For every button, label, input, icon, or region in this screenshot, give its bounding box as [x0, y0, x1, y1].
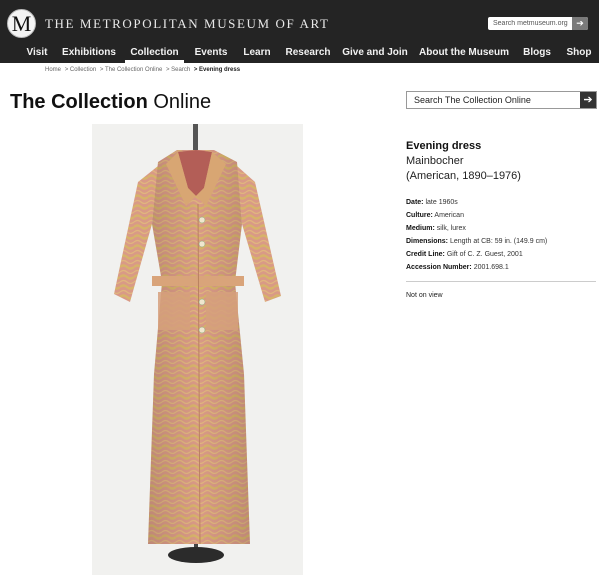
fact-dimensions: Dimensions: Length at CB: 59 in. (149.9 … [406, 235, 596, 248]
fact-value: Gift of C. Z. Guest, 2001 [446, 251, 523, 258]
nav-item-collection[interactable]: Collection [125, 43, 184, 63]
site-search-input[interactable] [488, 17, 572, 30]
nav-item-blogs[interactable]: Blogs [519, 43, 555, 63]
object-image-evening-dress[interactable] [92, 124, 303, 575]
logo-letter: M [11, 11, 32, 36]
breadcrumb-collection[interactable]: > Collection [65, 67, 97, 73]
page-title-bold: The Collection [10, 91, 148, 113]
fact-culture: Culture: American [406, 209, 596, 222]
details-divider [406, 281, 596, 282]
object-details: Evening dress Mainbocher (American, 1890… [406, 140, 596, 299]
breadcrumb-current: > Evening dress [193, 67, 241, 73]
fact-credit-line: Credit Line: Gift of C. Z. Guest, 2001 [406, 248, 596, 261]
fact-value: late 1960s [425, 199, 458, 206]
object-title: Evening dress [406, 140, 482, 152]
fact-value: American [434, 212, 464, 219]
object-facts: Date: late 1960s Culture: American Mediu… [406, 196, 596, 274]
main-nav: Visit Exhibitions Collection Events Lear… [0, 43, 599, 63]
nav-item-visit[interactable]: Visit [20, 43, 54, 63]
museum-name[interactable]: THE METROPOLITAN MUSEUM OF ART [45, 16, 330, 32]
site-search-go-arrow-icon[interactable]: ➔ [572, 17, 588, 30]
on-view-status: Not on view [406, 292, 443, 299]
fact-accession-number: Accession Number: 2001.698.1 [406, 261, 596, 274]
nav-item-shop[interactable]: Shop [563, 43, 595, 63]
nav-item-about[interactable]: About the Museum [418, 43, 510, 63]
fact-value: 2001.698.1 [473, 264, 509, 271]
nav-item-exhibitions[interactable]: Exhibitions [61, 43, 117, 63]
breadcrumb-collection-online[interactable]: > The Collection Online [100, 67, 162, 73]
site-header: M THE METROPOLITAN MUSEUM OF ART ➔ Visit… [0, 0, 599, 63]
page-title-light: Online [153, 91, 212, 113]
breadcrumb-search[interactable]: > Search [166, 67, 190, 73]
nav-item-research[interactable]: Research [284, 43, 332, 63]
fact-label: Culture: [406, 212, 433, 219]
fact-date: Date: late 1960s [406, 196, 596, 209]
artist-name[interactable]: Mainbocher [406, 155, 596, 167]
breadcrumb-home[interactable]: Home [45, 67, 61, 73]
site-search: ➔ [488, 17, 588, 30]
nav-item-give-and-join[interactable]: Give and Join [340, 43, 410, 63]
fact-label: Medium: [406, 225, 435, 232]
met-logo[interactable]: M [7, 9, 36, 38]
nav-item-events[interactable]: Events [192, 43, 230, 63]
collection-search-input[interactable] [407, 92, 579, 108]
nav-item-learn[interactable]: Learn [239, 43, 275, 63]
fact-medium: Medium: silk, lurex [406, 222, 596, 235]
fact-value: silk, lurex [436, 225, 466, 232]
breadcrumb: Home > Collection > The Collection Onlin… [45, 67, 242, 73]
fact-value: Length at CB: 59 in. (149.9 cm) [449, 238, 548, 245]
page-title: The Collection Online [10, 91, 211, 114]
collection-search: ➔ [406, 91, 597, 109]
evening-dress-illustration [114, 124, 281, 563]
fact-label: Date: [406, 199, 424, 206]
fact-label: Dimensions: [406, 238, 449, 245]
artist-bio: (American, 1890–1976) [406, 170, 521, 182]
fact-label: Credit Line: [406, 251, 445, 258]
collection-search-go-arrow-icon[interactable]: ➔ [580, 92, 596, 108]
fact-label: Accession Number: [406, 264, 472, 271]
